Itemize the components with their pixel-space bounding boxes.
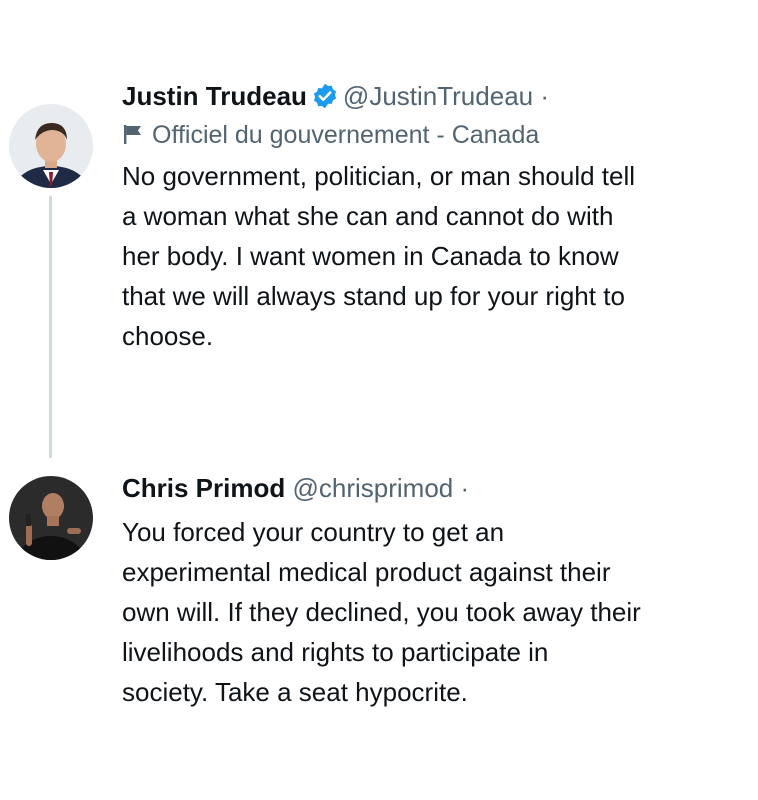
separator-dot: ·: [540, 81, 550, 111]
tweet[interactable]: Chris Primod @chrisprimod · You forced y…: [122, 468, 758, 712]
tweet[interactable]: Justin Trudeau @JustinTrudeau · Officiel …: [122, 76, 758, 356]
tweet-text-line: choose.: [122, 321, 214, 351]
avatar[interactable]: [9, 104, 93, 188]
government-label: Officiel du gouvernement - Canada: [122, 116, 758, 156]
tweet-text-line: society. Take a seat hypocrite.: [122, 677, 468, 707]
tweet-text: No government, politician, or man should…: [122, 156, 758, 356]
tweet-text-line: own will. If they declined, you took awa…: [122, 597, 641, 627]
tweet-text-line: You forced your country to get an: [122, 517, 505, 547]
avatar-photo-icon: [9, 476, 93, 560]
user-handle[interactable]: @JustinTrudeau: [343, 81, 533, 111]
tweet-header: Chris Primod @chrisprimod ·: [122, 468, 758, 508]
government-label-text: Officiel du gouvernement - Canada: [152, 121, 540, 149]
user-handle[interactable]: @chrisprimod: [292, 473, 453, 503]
separator-dot: ·: [460, 473, 470, 503]
tweet-text-line: a woman what she can and cannot do with: [122, 201, 614, 231]
verified-badge-icon: [311, 81, 339, 109]
display-name[interactable]: Chris Primod: [122, 473, 285, 503]
tweet-text-line: her body. I want women in Canada to know: [122, 241, 619, 271]
tweet-text-line: livelihoods and rights to participate in: [122, 637, 549, 667]
avatar-photo-icon: [9, 104, 93, 188]
tweet-text-line: that we will always stand up for your ri…: [122, 281, 625, 311]
flag-icon: [122, 117, 144, 144]
tweet-text-line: No government, politician, or man should…: [122, 161, 636, 191]
tweet-header: Justin Trudeau @JustinTrudeau ·: [122, 76, 758, 116]
thread-connector-line: [49, 196, 52, 458]
tweet-text-line: experimental medical product against the…: [122, 557, 611, 587]
avatar[interactable]: [9, 476, 93, 560]
display-name[interactable]: Justin Trudeau: [122, 81, 307, 111]
tweet-text: You forced your country to get an experi…: [122, 512, 758, 712]
